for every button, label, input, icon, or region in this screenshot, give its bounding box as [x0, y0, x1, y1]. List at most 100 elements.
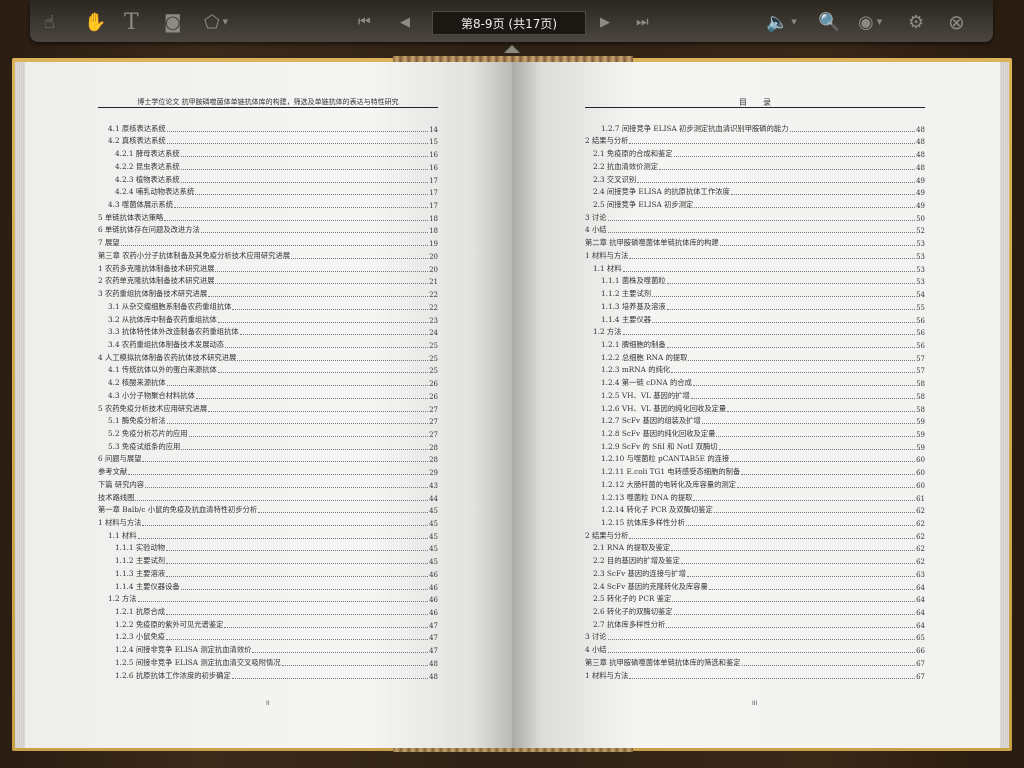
toc-entry[interactable]: 4.1 传统抗体以外的蛋白来源抗体 25: [98, 363, 438, 375]
toc-entry[interactable]: 7 展望 19: [98, 235, 438, 248]
toc-entry[interactable]: 5 单链抗体表达策略 18: [98, 210, 438, 223]
toc-entry[interactable]: 第三章 农药小分子抗体制备及其免疫分析技术应用研究进展 20: [98, 248, 438, 261]
toc-entry[interactable]: 4.2.3 植物表达系统 17: [98, 172, 438, 185]
toc-entry[interactable]: 1.2.11 E.coli TG1 电转感受态细胞的制备 60: [585, 464, 925, 477]
toc-entry[interactable]: 2.1 免疫原的合成和鉴定 48: [585, 146, 925, 159]
toolbar-toggle-handle[interactable]: [504, 45, 520, 53]
toc-entry[interactable]: 第三章 抗甲胺磷噬菌体单链抗体库的筛选和鉴定 67: [585, 655, 925, 668]
view-mode-dropdown[interactable]: ◉ ▼: [858, 10, 882, 34]
toc-entry[interactable]: 1.1.1 实验动物 45: [98, 541, 438, 553]
settings-button[interactable]: ⚙: [908, 10, 924, 34]
toc-entry[interactable]: 1.1.3 主要溶液 46: [98, 566, 438, 579]
toc-entry[interactable]: 2 农药单克隆抗体制备技术研究进展 21: [98, 274, 438, 286]
toc-entry[interactable]: 1.2.1 抗原合成 46: [98, 604, 438, 617]
toc-entry[interactable]: 1.2.7 ScFv 基因的组装及扩增 59: [585, 414, 925, 426]
toc-entry[interactable]: 2.6 转化子的双酶切鉴定 64: [585, 604, 925, 617]
previous-page-button[interactable]: ◀: [400, 10, 410, 34]
toc-entry[interactable]: 3 讨论 50: [585, 210, 925, 223]
toc-entry[interactable]: 1.2.5 间接非竞争 ELISA 测定抗血清交叉吸附情况 48: [98, 655, 438, 668]
toc-entry[interactable]: 1.1.4 主要仪器 56: [585, 312, 925, 325]
toc-entry[interactable]: 1.2.4 间接非竞争 ELISA 测定抗血清效价 47: [98, 642, 438, 655]
text-tool-button[interactable]: T: [124, 10, 139, 35]
toc-entry[interactable]: 1.2.6 VH、VL 基因的纯化回收及定量 58: [585, 401, 925, 414]
toc-entry[interactable]: 1.2.5 VH、VL 基因的扩增 58: [585, 388, 925, 401]
toc-entry[interactable]: 2.3 交叉识别 49: [585, 172, 925, 185]
toc-entry[interactable]: 1.2.2 总细胞 RNA 的提取 57: [585, 350, 925, 363]
toc-entry[interactable]: 4.2 核酸来源抗体 26: [98, 375, 438, 388]
toc-entry[interactable]: 1.1 材料 45: [98, 528, 438, 541]
toc-entry[interactable]: 1.1.2 主要试剂 45: [98, 553, 438, 566]
toc-entry[interactable]: 2.7 抗体库多样性分析 64: [585, 617, 925, 630]
toc-entry[interactable]: 4.2.1 酵母表达系统 16: [98, 146, 438, 159]
toc-entry[interactable]: 2 结果与分析 48: [585, 134, 925, 146]
toc-entry[interactable]: 3.2 从抗体库中制备农药重组抗体 23: [98, 312, 438, 325]
toc-entry[interactable]: 2.1 RNA 的提取及鉴定 62: [585, 541, 925, 553]
first-page-button[interactable]: ⏮: [358, 10, 371, 34]
toc-entry[interactable]: 4 人工模拟抗体制备农药抗体技术研究进展 25: [98, 350, 438, 363]
toc-entry[interactable]: 1.1.4 主要仪器设备 46: [98, 579, 438, 592]
next-page-button[interactable]: ▶: [600, 10, 610, 34]
toc-entry[interactable]: 6 问题与展望 28: [98, 452, 438, 464]
toc-entry[interactable]: 4.3 噬菌体展示系统 17: [98, 197, 438, 210]
toc-entry[interactable]: 1.2.10 与噬菌粒 pCANTAB5E 的连接 60: [585, 452, 925, 464]
snapshot-button[interactable]: ◙: [164, 10, 181, 34]
shape-tool-dropdown[interactable]: ⬠ ▼: [204, 10, 228, 34]
zoom-button[interactable]: 🔍: [818, 10, 840, 34]
toc-entry[interactable]: 1.2.8 ScFv 基因的纯化回收及定量 59: [585, 426, 925, 439]
toc-entry[interactable]: 1.2 方法 46: [98, 592, 438, 604]
toc-entry[interactable]: 4 小结 66: [585, 642, 925, 655]
toc-entry[interactable]: 1.2.6 抗原抗体工作浓度的初步确定 48: [98, 668, 438, 681]
toc-entry[interactable]: 2.5 转化子的 PCR 鉴定 64: [585, 592, 925, 604]
toc-entry[interactable]: 第一章 Balb/c 小鼠的免疫及抗血清特性初步分析 45: [98, 503, 438, 515]
toc-entry[interactable]: 5.1 酶免疫分析法 27: [98, 414, 438, 426]
close-button[interactable]: ⊗: [948, 10, 965, 34]
toc-entry[interactable]: 1.2.1 脾细胞的制备 56: [585, 337, 925, 350]
toc-entry[interactable]: 2.4 ScFv 基因的克隆转化及库容量 64: [585, 579, 925, 592]
toc-entry[interactable]: 2.4 间接竞争 ELISA 的抗原抗体工作浓度 49: [585, 185, 925, 197]
toc-entry[interactable]: 1.2.14 转化子 PCR 及双酶切鉴定 62: [585, 503, 925, 515]
pointer-tool-button[interactable]: ☝: [44, 10, 55, 34]
toc-entry[interactable]: 1.2.13 噬菌粒 DNA 的提取 61: [585, 490, 925, 503]
toc-entry[interactable]: 1.1 材料 53: [585, 261, 925, 274]
toc-entry[interactable]: 1.2.7 间接竞争 ELISA 初步测定抗血清识别甲胺磷的能力 48: [585, 121, 925, 134]
toc-entry[interactable]: 1 农药多克隆抗体制备技术研究进展 20: [98, 261, 438, 274]
toc-entry[interactable]: 1.1.3 培养基及溶液 55: [585, 299, 925, 312]
toc-entry[interactable]: 4.2.2 昆虫表达系统 16: [98, 159, 438, 172]
toc-entry[interactable]: 2.2 目的基因的扩增及鉴定 62: [585, 553, 925, 566]
toc-entry[interactable]: 1.2.3 mRNA 的纯化 57: [585, 363, 925, 375]
toc-entry[interactable]: 4.2 真核表达系统 15: [98, 134, 438, 146]
toc-entry[interactable]: 2.2 抗血清效价测定 48: [585, 159, 925, 172]
toc-entry[interactable]: 1.2 方法 56: [585, 325, 925, 337]
toc-entry[interactable]: 1.1.2 主要试剂 54: [585, 286, 925, 299]
toc-entry[interactable]: 3 讨论 65: [585, 630, 925, 642]
toc-entry[interactable]: 下篇 研究内容 43: [98, 477, 438, 490]
toc-entry[interactable]: 3.1 从杂交瘤细胞系制备农药重组抗体 22: [98, 299, 438, 312]
toc-entry[interactable]: 5.3 免疫试纸条的应用 28: [98, 439, 438, 452]
hand-tool-button[interactable]: ✋: [84, 10, 106, 34]
toc-entry[interactable]: 5 农药免疫分析技术应用研究进展 27: [98, 401, 438, 414]
toc-entry[interactable]: 4.2.4 哺乳动物表达系统 17: [98, 185, 438, 197]
toc-entry[interactable]: 4.1 原核表达系统 14: [98, 121, 438, 134]
toc-entry[interactable]: 1 材料与方法 67: [585, 668, 925, 681]
toc-entry[interactable]: 2.5 间接竞争 ELISA 初步测定 49: [585, 197, 925, 210]
toc-entry[interactable]: 1.2.2 免疫原的紫外可见光谱鉴定 47: [98, 617, 438, 630]
toc-entry[interactable]: 技术路线图 44: [98, 490, 438, 503]
toc-entry[interactable]: 1.1.1 菌株及噬菌粒 53: [585, 274, 925, 286]
toc-entry[interactable]: 1.2.4 第一链 cDNA 的合成 58: [585, 375, 925, 388]
toc-entry[interactable]: 4.3 小分子物聚合材料抗体 26: [98, 388, 438, 401]
toc-entry[interactable]: 1.2.12 大肠杆菌的电转化及库容量的测定 60: [585, 477, 925, 490]
toc-entry[interactable]: 3.4 农药重组抗体制备技术发展动态 25: [98, 337, 438, 350]
toc-entry[interactable]: 1.2.9 ScFv 的 SfiI 和 NotI 双酶切 59: [585, 439, 925, 452]
toc-entry[interactable]: 5.2 免疫分析芯片的应用 27: [98, 426, 438, 439]
toc-entry[interactable]: 1.2.15 抗体库多样性分析 62: [585, 515, 925, 528]
toc-entry[interactable]: 1.2.3 小鼠免疫 47: [98, 630, 438, 642]
toc-entry[interactable]: 2.3 ScFv 基因的连接与扩增 63: [585, 566, 925, 579]
toc-entry[interactable]: 3.3 抗体特性体外改造制备农药重组抗体 24: [98, 325, 438, 337]
toc-entry[interactable]: 第二章 抗甲胺磷噬菌体单链抗体库的构建 53: [585, 235, 925, 248]
toc-entry[interactable]: 3 农药重组抗体制备技术研究进展 22: [98, 286, 438, 299]
toc-entry[interactable]: 2 结果与分析 62: [585, 528, 925, 541]
toc-entry[interactable]: 4 小结 52: [585, 223, 925, 235]
toc-entry[interactable]: 6 单链抗体存在问题及改进方法 18: [98, 223, 438, 235]
sound-dropdown[interactable]: 🔈 ▼: [766, 10, 797, 34]
page-indicator[interactable]: 第8-9页 (共17页): [432, 11, 586, 35]
